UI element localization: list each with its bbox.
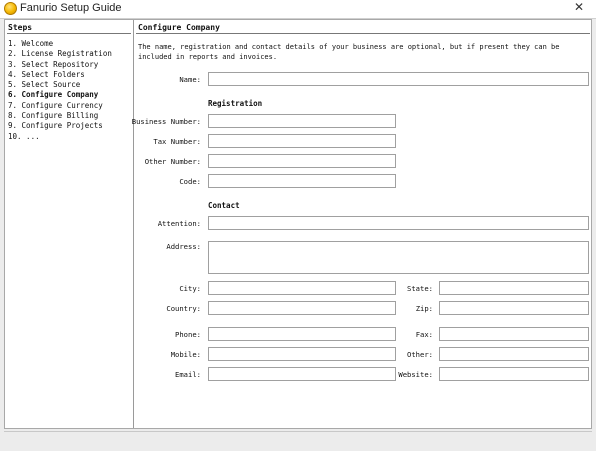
- step-configure-billing: 8. Configure Billing: [8, 111, 99, 121]
- zip-label: Zip:: [415, 304, 433, 313]
- step-select-folders: 4. Select Folders: [8, 69, 85, 79]
- step-configure-currency: 7. Configure Currency: [8, 100, 103, 110]
- steps-header-divider: [7, 33, 131, 34]
- city-label: City:: [179, 284, 201, 293]
- business-number-label: Business Number:: [131, 117, 201, 126]
- country-label: Country:: [166, 304, 201, 313]
- business-number-field[interactable]: [208, 114, 396, 128]
- code-label: Code:: [179, 177, 201, 186]
- zip-field[interactable]: [439, 301, 589, 315]
- fax-label: Fax:: [415, 330, 433, 339]
- page-title-divider: [136, 33, 590, 34]
- intro-text: The name, registration and contact detai…: [138, 43, 560, 61]
- email-field[interactable]: [208, 367, 396, 381]
- pane-divider: [133, 20, 134, 428]
- address-label: Address:: [166, 242, 201, 251]
- address-field[interactable]: [208, 241, 589, 274]
- email-label: Email:: [175, 370, 201, 379]
- step-select-repository: 3. Select Repository: [8, 59, 99, 69]
- tax-number-field[interactable]: [208, 134, 396, 148]
- fanurio-app-icon: [4, 2, 17, 15]
- mobile-label: Mobile:: [170, 350, 201, 359]
- title-bar: Fanurio Setup Guide ✕: [0, 0, 596, 19]
- step-more: 10. ...: [8, 131, 40, 141]
- name-label: Name:: [179, 75, 201, 84]
- phone-field[interactable]: [208, 327, 396, 341]
- page-title: Configure Company: [138, 23, 220, 32]
- code-field[interactable]: [208, 174, 396, 188]
- steps-header: Steps: [8, 23, 33, 32]
- setup-guide-panel: Steps 1. Welcome 2. License Registration…: [4, 19, 592, 429]
- state-field[interactable]: [439, 281, 589, 295]
- other-label: Other:: [407, 350, 433, 359]
- window-title: Fanurio Setup Guide: [20, 2, 122, 14]
- other-number-label: Other Number:: [144, 157, 201, 166]
- website-field[interactable]: [439, 367, 589, 381]
- step-configure-company: 6. Configure Company: [8, 90, 99, 100]
- steps-list: 1. Welcome 2. License Registration 3. Se…: [8, 39, 112, 142]
- step-configure-projects: 9. Configure Projects: [8, 121, 103, 131]
- phone-label: Phone:: [175, 330, 201, 339]
- contact-heading: Contact: [208, 201, 240, 210]
- website-label: Website:: [398, 370, 433, 379]
- other-number-field[interactable]: [208, 154, 396, 168]
- state-label: State:: [407, 284, 433, 293]
- attention-label: Attention:: [157, 219, 201, 228]
- fax-field[interactable]: [439, 327, 589, 341]
- close-icon[interactable]: ✕: [574, 0, 584, 14]
- name-field[interactable]: [208, 72, 589, 86]
- step-select-source: 5. Select Source: [8, 80, 81, 90]
- button-bar: [4, 431, 592, 451]
- tax-number-label: Tax Number:: [153, 137, 201, 146]
- step-license-registration: 2. License Registration: [8, 49, 112, 59]
- other-field[interactable]: [439, 347, 589, 361]
- city-field[interactable]: [208, 281, 396, 295]
- step-welcome: 1. Welcome: [8, 39, 54, 48]
- mobile-field[interactable]: [208, 347, 396, 361]
- country-field[interactable]: [208, 301, 396, 315]
- registration-heading: Registration: [208, 99, 263, 108]
- attention-field[interactable]: [208, 216, 589, 230]
